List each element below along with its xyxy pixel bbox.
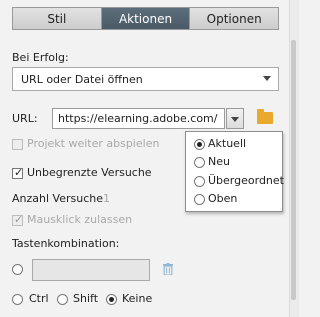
url-label: URL: bbox=[12, 112, 38, 125]
target-uebergeordnet-label[interactable]: Übergeordnet bbox=[208, 174, 284, 187]
unlimited-attempts-label: Unbegrenzte Versuche bbox=[27, 166, 152, 179]
continue-project-checkbox[interactable] bbox=[12, 139, 23, 150]
scrollbar-thumb[interactable] bbox=[291, 40, 296, 300]
unlimited-attempts-checkbox[interactable] bbox=[12, 166, 23, 179]
target-uebergeordnet-radio[interactable] bbox=[194, 176, 205, 187]
on-success-dropdown[interactable]: URL oder Datei öffnen bbox=[12, 67, 279, 91]
shortcut-label: Tastenkombination: bbox=[12, 237, 120, 250]
modifier-keine-label: Keine bbox=[122, 292, 153, 305]
attempts-value[interactable]: 1 bbox=[103, 192, 110, 205]
modifier-ctrl-label: Ctrl bbox=[29, 292, 49, 305]
on-success-label: Bei Erfolg: bbox=[12, 51, 69, 64]
shortcut-key-field[interactable] bbox=[32, 259, 150, 281]
target-oben-radio[interactable] bbox=[194, 194, 205, 205]
chevron-down-icon bbox=[263, 76, 271, 81]
allow-mouseclick-checkbox[interactable] bbox=[12, 213, 23, 226]
url-input[interactable] bbox=[52, 108, 225, 129]
tab-bar: Stil Aktionen Optionen bbox=[12, 7, 279, 30]
tab-stil[interactable]: Stil bbox=[13, 8, 102, 29]
url-target-dropdown-button[interactable] bbox=[226, 108, 244, 129]
target-aktuell-label[interactable]: Aktuell bbox=[208, 137, 246, 150]
target-neu-label[interactable]: Neu bbox=[208, 155, 230, 168]
modifier-ctrl-radio[interactable] bbox=[12, 294, 23, 305]
allow-mouseclick-label: Mausklick zulassen bbox=[27, 213, 133, 226]
continue-project-label: Projekt weiter abspielen bbox=[27, 137, 160, 150]
tab-aktionen[interactable]: Aktionen bbox=[101, 8, 191, 29]
url-target-popup: Aktuell Neu Übergeordnet Oben bbox=[185, 131, 284, 212]
trash-icon[interactable] bbox=[163, 263, 173, 276]
shortcut-enable-radio[interactable] bbox=[12, 264, 23, 275]
folder-icon[interactable] bbox=[257, 109, 273, 124]
tab-optionen[interactable]: Optionen bbox=[190, 8, 279, 29]
on-success-value: URL oder Datei öffnen bbox=[21, 73, 143, 86]
target-neu-radio[interactable] bbox=[194, 157, 205, 168]
modifier-keine-radio[interactable] bbox=[106, 294, 117, 305]
attempts-label: Anzahl Versuche bbox=[12, 192, 103, 205]
target-aktuell-radio[interactable] bbox=[194, 139, 205, 150]
chevron-down-icon bbox=[231, 117, 239, 122]
modifier-shift-label: Shift bbox=[73, 292, 99, 305]
modifier-shift-radio[interactable] bbox=[57, 294, 68, 305]
target-oben-label[interactable]: Oben bbox=[208, 192, 237, 205]
